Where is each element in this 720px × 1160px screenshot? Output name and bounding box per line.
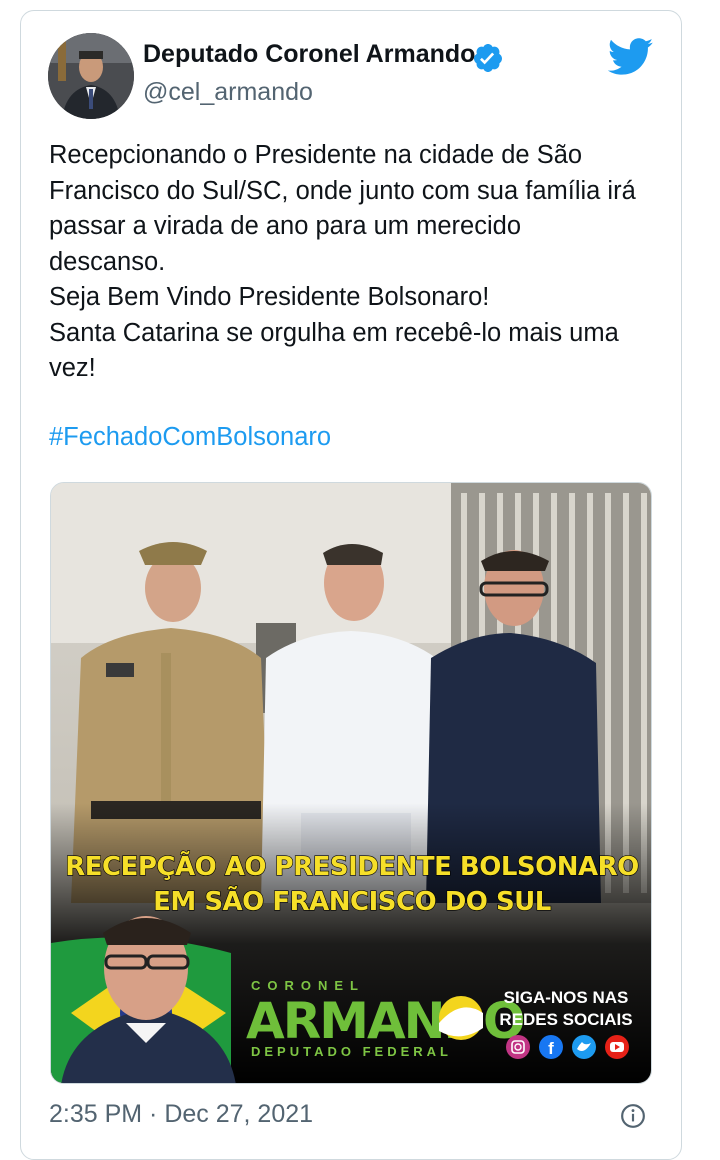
twitter-bird-icon[interactable]	[608, 38, 654, 76]
verified-badge-icon	[473, 44, 502, 72]
social-line-2: REDES SOCIAIS	[499, 1010, 632, 1029]
tweet-image[interactable]: RECEPÇÃO AO PRESIDENTE BOLSONARO EM SÃO …	[50, 482, 652, 1084]
twitter-small-icon	[572, 1035, 596, 1059]
tweet-line: passar a virada de ano para um merecido	[49, 212, 522, 240]
brand-top: CORONEL	[251, 978, 365, 993]
author-name[interactable]: Deputado Coronel Armando	[143, 40, 475, 69]
avatar[interactable]	[48, 33, 134, 119]
tweet-line: Recepcionando o Presidente na cidade de …	[49, 141, 583, 169]
brand-logo-mark	[439, 996, 483, 1040]
author-handle[interactable]: @cel_armando	[143, 78, 313, 107]
headline-line-1: RECEPÇÃO AO PRESIDENTE BOLSONARO	[65, 850, 639, 882]
info-icon[interactable]	[620, 1103, 646, 1129]
tweet-line: descanso.	[49, 247, 166, 276]
tweet-line: Santa Catarina se orgulha em recebê-lo m…	[49, 318, 619, 347]
tweet-line: Francisco do Sul/SC, onde junto com sua …	[49, 176, 636, 205]
hashtag-link[interactable]: #FechadoComBolsonaro	[49, 423, 331, 452]
tweet-timestamp[interactable]: 2:35 PM · Dec 27, 2021	[49, 1100, 313, 1129]
facebook-icon: f	[539, 1035, 563, 1059]
tweet-line: vez!	[49, 354, 96, 382]
youtube-icon	[605, 1035, 629, 1059]
instagram-icon	[506, 1035, 530, 1059]
headline-line-2: EM SÃO FRANCISCO DO SUL	[153, 885, 551, 917]
svg-text:f: f	[548, 1039, 554, 1058]
brand-bottom: DEPUTADO FEDERAL	[251, 1044, 452, 1059]
tweet-text: Recepcionando o Presidente na cidade de …	[49, 138, 669, 387]
tweet-line: Seja Bem Vindo Presidente Bolsonaro!	[49, 283, 490, 311]
social-line-1: SIGA-NOS NAS	[504, 988, 629, 1007]
